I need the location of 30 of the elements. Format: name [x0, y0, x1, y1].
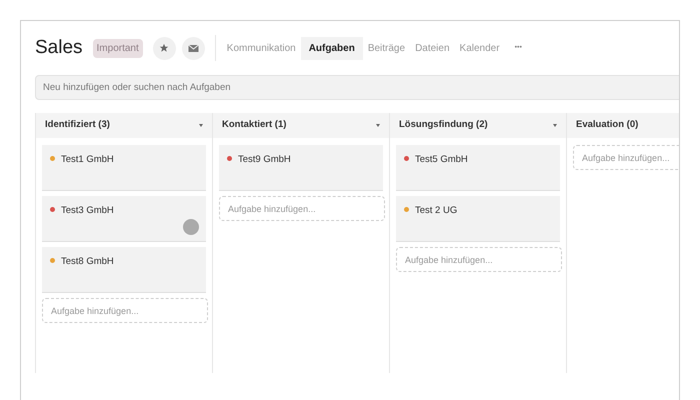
caret-icon[interactable]: [376, 124, 380, 127]
tab[interactable]: Aufgaben: [300, 36, 363, 60]
column-title: Kontaktiert (1): [222, 118, 286, 132]
add-task-field[interactable]: Aufgabe hinzufügen...: [219, 196, 385, 221]
add-task-field[interactable]: Aufgabe hinzufügen...: [396, 247, 562, 272]
card-title: Test3 GmbH: [61, 204, 114, 218]
card-title: Test9 GmbH: [238, 153, 291, 167]
add-task-field[interactable]: Aufgabe hinzufügen...: [573, 145, 679, 170]
column-title: Identifiziert (3): [45, 118, 110, 132]
caret-icon[interactable]: [199, 124, 203, 127]
task-card[interactable]: Test3 GmbH: [42, 196, 206, 242]
task-card[interactable]: Test5 GmbH: [396, 145, 560, 191]
caret-icon[interactable]: [553, 124, 557, 127]
task-card[interactable]: Test 2 UG: [396, 196, 560, 242]
card-title: Test5 GmbH: [415, 153, 468, 167]
page-title: Sales: [35, 36, 83, 60]
task-card[interactable]: Test9 GmbH: [219, 145, 383, 191]
star-icon: [159, 43, 170, 53]
search-field[interactable]: Neu hinzufügen oder suchen nach Aufgaben: [35, 75, 679, 100]
column-title: Evaluation (0): [576, 118, 638, 132]
add-task-field[interactable]: Aufgabe hinzufügen...: [42, 298, 208, 323]
card-title: Test 2 UG: [415, 204, 458, 218]
card-title: Test8 GmbH: [61, 255, 114, 269]
mail-button[interactable]: [182, 36, 205, 60]
task-card[interactable]: Test1 GmbH: [42, 145, 206, 191]
star-button[interactable]: [152, 36, 176, 60]
task-card[interactable]: Test8 GmbH: [42, 247, 206, 293]
envelope-icon: [188, 44, 199, 52]
column-title: Lösungsfindung (2): [399, 118, 488, 132]
card-title: Test1 GmbH: [61, 153, 114, 167]
